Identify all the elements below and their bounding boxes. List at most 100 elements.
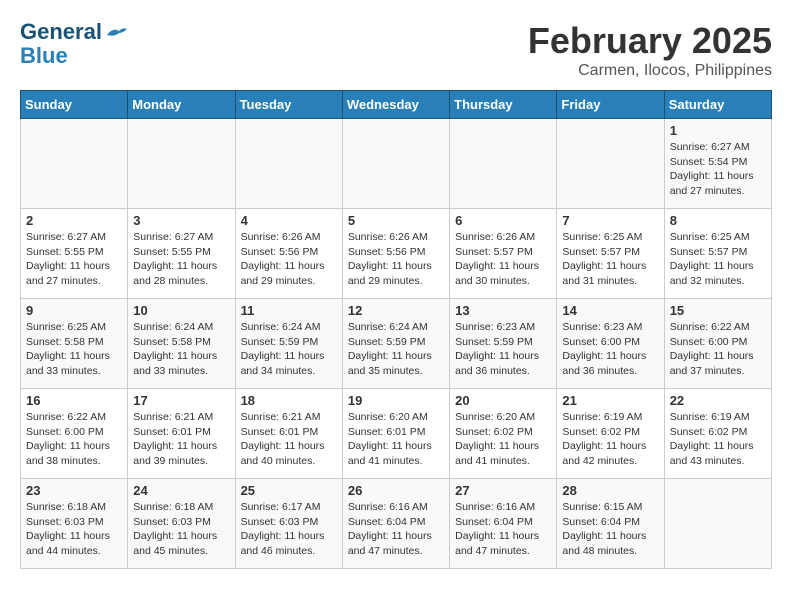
day-number: 26 [348, 483, 444, 498]
day-info: Sunrise: 6:21 AM Sunset: 6:01 PM Dayligh… [241, 410, 337, 469]
header-sunday: Sunday [21, 91, 128, 119]
calendar-cell: 6 Sunrise: 6:26 AM Sunset: 5:57 PM Daylig… [450, 209, 557, 299]
day-info: Sunrise: 6:27 AM Sunset: 5:54 PM Dayligh… [670, 140, 766, 199]
day-info: Sunrise: 6:22 AM Sunset: 6:00 PM Dayligh… [26, 410, 122, 469]
day-number: 5 [348, 213, 444, 228]
calendar-week-row: 23 Sunrise: 6:18 AM Sunset: 6:03 PM Dayli… [21, 479, 772, 569]
calendar-cell: 11 Sunrise: 6:24 AM Sunset: 5:59 PM Dayli… [235, 299, 342, 389]
day-info: Sunrise: 6:21 AM Sunset: 6:01 PM Dayligh… [133, 410, 229, 469]
day-number: 1 [670, 123, 766, 138]
calendar-cell [235, 119, 342, 209]
day-number: 9 [26, 303, 122, 318]
calendar-cell [21, 119, 128, 209]
day-number: 6 [455, 213, 551, 228]
calendar-cell: 25 Sunrise: 6:17 AM Sunset: 6:03 PM Dayli… [235, 479, 342, 569]
calendar-cell: 28Sunrise: 6:15 AM Sunset: 6:04 PM Dayli… [557, 479, 664, 569]
day-number: 27 [455, 483, 551, 498]
calendar-week-row: 2 Sunrise: 6:27 AM Sunset: 5:55 PM Daylig… [21, 209, 772, 299]
day-info: Sunrise: 6:19 AM Sunset: 6:02 PM Dayligh… [562, 410, 658, 469]
calendar-cell: 20 Sunrise: 6:20 AM Sunset: 6:02 PM Dayli… [450, 389, 557, 479]
day-number: 28 [562, 483, 658, 498]
calendar-table: Sunday Monday Tuesday Wednesday Thursday… [20, 90, 772, 569]
day-info: Sunrise: 6:24 AM Sunset: 5:59 PM Dayligh… [241, 320, 337, 379]
day-number: 4 [241, 213, 337, 228]
day-info: Sunrise: 6:18 AM Sunset: 6:03 PM Dayligh… [133, 500, 229, 559]
day-info: Sunrise: 6:18 AM Sunset: 6:03 PM Dayligh… [26, 500, 122, 559]
day-number: 8 [670, 213, 766, 228]
calendar-week-row: 16 Sunrise: 6:22 AM Sunset: 6:00 PM Dayli… [21, 389, 772, 479]
calendar-cell: 9 Sunrise: 6:25 AM Sunset: 5:58 PM Daylig… [21, 299, 128, 389]
day-number: 7 [562, 213, 658, 228]
calendar-week-row: 1 Sunrise: 6:27 AM Sunset: 5:54 PM Daylig… [21, 119, 772, 209]
logo-blue-text: Blue [20, 44, 68, 68]
calendar-cell: 1 Sunrise: 6:27 AM Sunset: 5:54 PM Daylig… [664, 119, 771, 209]
day-number: 25 [241, 483, 337, 498]
calendar-cell: 27Sunrise: 6:16 AM Sunset: 6:04 PM Dayli… [450, 479, 557, 569]
calendar-cell: 26 Sunrise: 6:16 AM Sunset: 6:04 PM Dayli… [342, 479, 449, 569]
day-info: Sunrise: 6:19 AM Sunset: 6:02 PM Dayligh… [670, 410, 766, 469]
day-info: Sunrise: 6:22 AM Sunset: 6:00 PM Dayligh… [670, 320, 766, 379]
calendar-cell: 2 Sunrise: 6:27 AM Sunset: 5:55 PM Daylig… [21, 209, 128, 299]
header-tuesday: Tuesday [235, 91, 342, 119]
day-number: 11 [241, 303, 337, 318]
calendar-cell: 3 Sunrise: 6:27 AM Sunset: 5:55 PM Daylig… [128, 209, 235, 299]
day-info: Sunrise: 6:20 AM Sunset: 6:02 PM Dayligh… [455, 410, 551, 469]
day-number: 13 [455, 303, 551, 318]
calendar-week-row: 9 Sunrise: 6:25 AM Sunset: 5:58 PM Daylig… [21, 299, 772, 389]
calendar-cell [664, 479, 771, 569]
calendar-cell: 17 Sunrise: 6:21 AM Sunset: 6:01 PM Dayli… [128, 389, 235, 479]
day-info: Sunrise: 6:17 AM Sunset: 6:03 PM Dayligh… [241, 500, 337, 559]
calendar-header-row: Sunday Monday Tuesday Wednesday Thursday… [21, 91, 772, 119]
day-number: 21 [562, 393, 658, 408]
title-area: February 2025 Carmen, Ilocos, Philippine… [528, 20, 772, 80]
day-number: 19 [348, 393, 444, 408]
calendar-cell: 23 Sunrise: 6:18 AM Sunset: 6:03 PM Dayli… [21, 479, 128, 569]
day-info: Sunrise: 6:26 AM Sunset: 5:56 PM Dayligh… [348, 230, 444, 289]
calendar-cell: 15 Sunrise: 6:22 AM Sunset: 6:00 PM Dayli… [664, 299, 771, 389]
day-number: 16 [26, 393, 122, 408]
calendar-cell [128, 119, 235, 209]
day-info: Sunrise: 6:26 AM Sunset: 5:56 PM Dayligh… [241, 230, 337, 289]
header-thursday: Thursday [450, 91, 557, 119]
calendar-cell: 21 Sunrise: 6:19 AM Sunset: 6:02 PM Dayli… [557, 389, 664, 479]
day-number: 15 [670, 303, 766, 318]
day-number: 18 [241, 393, 337, 408]
day-info: Sunrise: 6:16 AM Sunset: 6:04 PM Dayligh… [348, 500, 444, 559]
logo: General Blue [20, 20, 127, 68]
calendar-cell: 22 Sunrise: 6:19 AM Sunset: 6:02 PM Dayli… [664, 389, 771, 479]
calendar-cell: 19 Sunrise: 6:20 AM Sunset: 6:01 PM Dayli… [342, 389, 449, 479]
day-info: Sunrise: 6:27 AM Sunset: 5:55 PM Dayligh… [133, 230, 229, 289]
calendar-cell: 12 Sunrise: 6:24 AM Sunset: 5:59 PM Dayli… [342, 299, 449, 389]
header-wednesday: Wednesday [342, 91, 449, 119]
calendar-cell [557, 119, 664, 209]
day-info: Sunrise: 6:25 AM Sunset: 5:58 PM Dayligh… [26, 320, 122, 379]
calendar-cell: 18 Sunrise: 6:21 AM Sunset: 6:01 PM Dayli… [235, 389, 342, 479]
month-year-title: February 2025 [528, 20, 772, 62]
calendar-cell [342, 119, 449, 209]
header-friday: Friday [557, 91, 664, 119]
day-info: Sunrise: 6:25 AM Sunset: 5:57 PM Dayligh… [562, 230, 658, 289]
logo-bird-icon [105, 25, 127, 41]
calendar-cell: 24Sunrise: 6:18 AM Sunset: 6:03 PM Dayli… [128, 479, 235, 569]
header-saturday: Saturday [664, 91, 771, 119]
page-header: General Blue February 2025 Carmen, Iloco… [20, 20, 772, 80]
day-number: 2 [26, 213, 122, 228]
day-info: Sunrise: 6:20 AM Sunset: 6:01 PM Dayligh… [348, 410, 444, 469]
day-number: 14 [562, 303, 658, 318]
day-info: Sunrise: 6:23 AM Sunset: 5:59 PM Dayligh… [455, 320, 551, 379]
day-info: Sunrise: 6:23 AM Sunset: 6:00 PM Dayligh… [562, 320, 658, 379]
day-number: 23 [26, 483, 122, 498]
day-info: Sunrise: 6:26 AM Sunset: 5:57 PM Dayligh… [455, 230, 551, 289]
calendar-cell: 7 Sunrise: 6:25 AM Sunset: 5:57 PM Daylig… [557, 209, 664, 299]
day-info: Sunrise: 6:27 AM Sunset: 5:55 PM Dayligh… [26, 230, 122, 289]
day-number: 22 [670, 393, 766, 408]
day-number: 3 [133, 213, 229, 228]
day-number: 20 [455, 393, 551, 408]
calendar-cell: 16 Sunrise: 6:22 AM Sunset: 6:00 PM Dayli… [21, 389, 128, 479]
day-number: 10 [133, 303, 229, 318]
day-number: 17 [133, 393, 229, 408]
day-number: 12 [348, 303, 444, 318]
calendar-cell: 10Sunrise: 6:24 AM Sunset: 5:58 PM Dayli… [128, 299, 235, 389]
day-info: Sunrise: 6:25 AM Sunset: 5:57 PM Dayligh… [670, 230, 766, 289]
day-info: Sunrise: 6:24 AM Sunset: 5:59 PM Dayligh… [348, 320, 444, 379]
